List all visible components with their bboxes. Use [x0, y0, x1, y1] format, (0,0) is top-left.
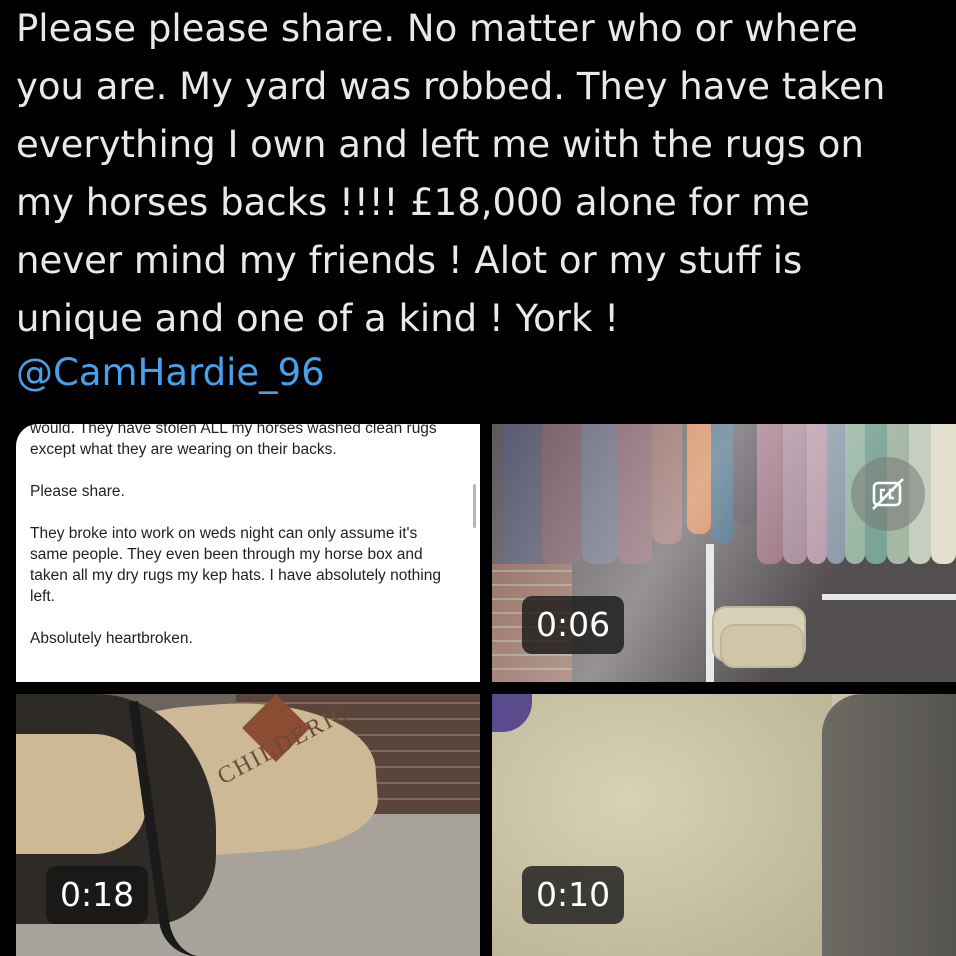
captions-off-icon [872, 478, 904, 510]
media-video-saddle[interactable]: CHILDERIC 0:18 [16, 694, 480, 956]
screenshot-text: would. They have stolen ALL my horses wa… [30, 424, 450, 670]
tweet: Please please share. No matter who or wh… [0, 0, 956, 956]
tweet-text-line: you are. My yard was robbed. They have t… [16, 65, 886, 108]
screenshot-paragraph: Please share. [30, 483, 125, 500]
media-grid: would. They have stolen ALL my horses wa… [16, 424, 956, 956]
tweet-text-line: everything I own and left me with the ru… [16, 123, 864, 166]
rail [822, 594, 956, 600]
mention-link[interactable]: @CamHardie_96 [16, 344, 325, 402]
screenshot-paragraph: would. They have stolen ALL my horses wa… [30, 424, 437, 458]
shadow-area [822, 694, 956, 956]
screenshot-paragraph: Absolutely heartbroken. [30, 630, 193, 647]
video-duration: 0:06 [522, 596, 625, 654]
folded-rug [720, 624, 804, 668]
screenshot-paragraph: They broke into work on weds night can o… [30, 525, 441, 605]
tweet-text-line: my horses backs !!!! £18,000 alone for m… [16, 181, 810, 224]
media-image-screenshot[interactable]: would. They have stolen ALL my horses wa… [16, 424, 480, 682]
media-video-fur[interactable]: 0:10 [492, 694, 956, 956]
video-duration: 0:18 [46, 866, 149, 924]
saddle-pad [16, 734, 146, 854]
scrollbar-thumb [473, 484, 476, 528]
tweet-text-line: unique and one of a kind ! York ! [16, 297, 620, 340]
video-duration: 0:10 [522, 866, 625, 924]
tweet-text-line: Please please share. No matter who or wh… [16, 7, 858, 50]
tweet-text: Please please share. No matter who or wh… [16, 0, 946, 348]
captions-off-button[interactable] [851, 457, 925, 531]
tweet-text-line: never mind my friends ! Alot or my stuff… [16, 239, 803, 282]
